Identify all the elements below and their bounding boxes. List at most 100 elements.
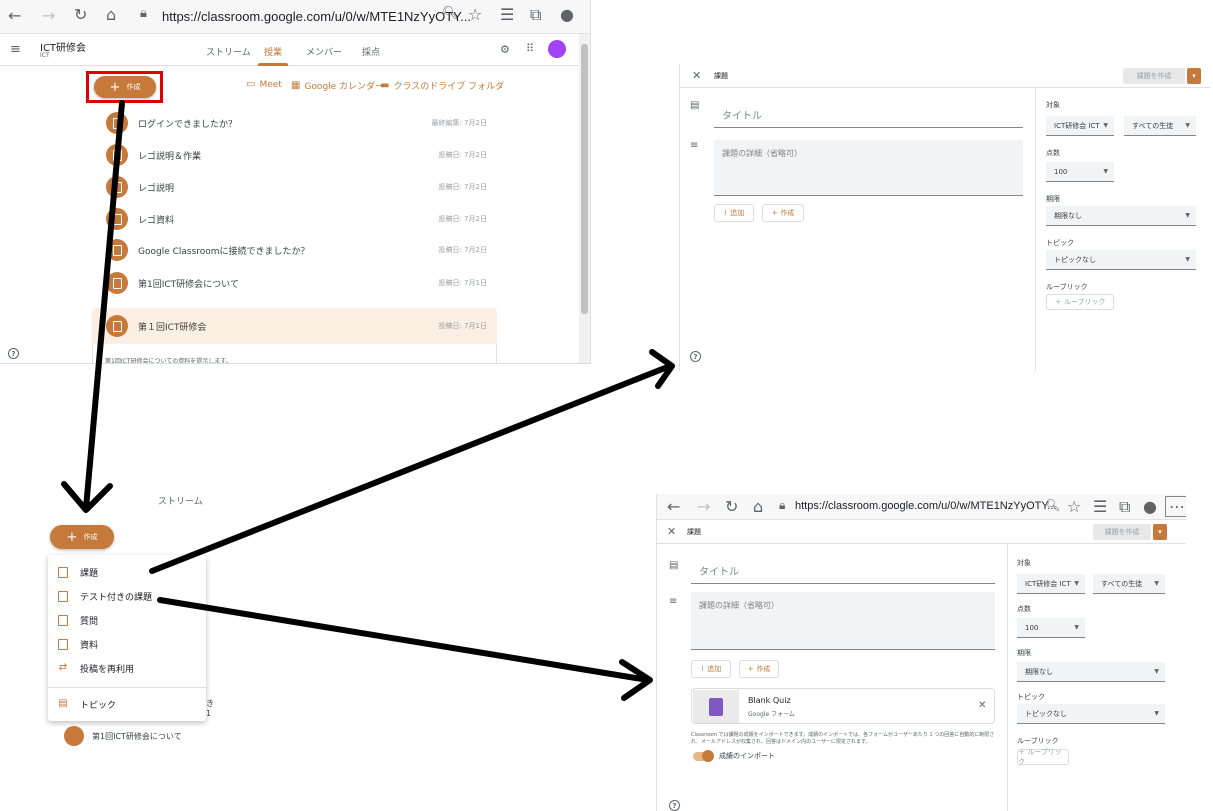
favorites-list-icon[interactable]: ☰ xyxy=(500,5,514,24)
list-item-title: レゴ説明＆作業 xyxy=(138,151,202,162)
gear-icon[interactable]: ⚙ xyxy=(500,43,510,56)
menu-item-reuse-post[interactable]: ⇄ 投稿を再利用 xyxy=(48,657,206,679)
help-icon[interactable]: ? xyxy=(669,800,680,811)
add-rubric-button[interactable]: ＋ ルーブリック xyxy=(1046,294,1114,310)
description-lines-icon: ≡ xyxy=(690,140,699,151)
favorite-star-icon[interactable]: ☆ xyxy=(1067,497,1081,516)
assign-button[interactable]: 課題を作成 xyxy=(1093,524,1151,540)
apps-grid-icon[interactable]: ⠿ xyxy=(526,42,534,55)
description-input[interactable]: 課題の詳細（省略可） xyxy=(691,592,995,650)
points-value: 100 xyxy=(1054,167,1068,176)
tab-grades[interactable]: 採点 xyxy=(362,45,380,58)
scrollbar[interactable] xyxy=(579,34,590,363)
tab-stream[interactable]: ストリーム xyxy=(158,494,203,507)
home-icon[interactable]: ⌂ xyxy=(753,497,763,516)
plus-icon: + xyxy=(771,209,778,217)
points-select[interactable]: 100 ▼ xyxy=(1046,162,1114,182)
address-bar[interactable]: https://classroom.google.com/u/0/w/MTE1N… xyxy=(795,500,1056,512)
add-attachment-button[interactable]: ⌇ 追加 xyxy=(714,204,754,222)
menu-item-quiz-assignment[interactable]: テスト付きの課題 xyxy=(48,585,206,607)
material-icon xyxy=(106,208,128,230)
back-icon[interactable]: ← xyxy=(8,6,21,25)
forward-icon[interactable]: → xyxy=(42,6,55,25)
students-select[interactable]: すべての生徒 ▼ xyxy=(1093,574,1165,594)
menu-item-question[interactable]: 質問 xyxy=(48,609,206,631)
more-icon[interactable]: ⋯ xyxy=(1165,496,1186,517)
list-item[interactable]: 第１回ICT研修会 投稿日: 7月1日 xyxy=(92,308,497,344)
more-icon[interactable]: ⋯ xyxy=(590,4,591,23)
remove-attachment-icon[interactable]: ✕ xyxy=(978,700,986,711)
drive-folder-link[interactable]: ▬ クラスのドライブ フォルダ xyxy=(380,79,504,92)
add-attachment-button[interactable]: ⌇ 追加 xyxy=(691,660,731,678)
list-item[interactable]: 第1回ICT研修会について 投稿日: 7月1日 xyxy=(92,266,497,300)
zoom-icon[interactable]: 🔍︎ xyxy=(442,6,459,21)
create-button[interactable]: + 作成 xyxy=(50,525,114,549)
class-select[interactable]: ICT研修会 ICT ▼ xyxy=(1017,574,1085,594)
tab-classwork[interactable]: 授業 xyxy=(264,45,282,58)
topic-label: トピック xyxy=(1017,693,1045,701)
help-icon[interactable]: ? xyxy=(8,348,19,359)
refresh-icon[interactable]: ↻ xyxy=(74,5,87,24)
collections-icon[interactable]: ⧉ xyxy=(530,5,541,25)
class-select[interactable]: ICT研修会 ICT ▼ xyxy=(1046,116,1114,136)
description-input[interactable]: 課題の詳細（省略可） xyxy=(714,140,1023,196)
create-attachment-button[interactable]: + 作成 xyxy=(739,660,779,678)
import-grades-toggle[interactable] xyxy=(693,750,714,762)
forward-icon[interactable]: → xyxy=(697,497,710,516)
close-icon[interactable]: ✕ xyxy=(692,69,701,82)
quiz-attachment-card[interactable]: Blank Quiz Google フォーム ✕ xyxy=(691,688,995,724)
list-item[interactable]: レゴ説明＆作業 投稿日: 7月2日 xyxy=(92,138,497,172)
favorites-list-icon[interactable]: ☰ xyxy=(1093,497,1107,516)
list-item[interactable]: ログインできましたか？ 最終編集: 7月2日 xyxy=(92,106,497,140)
list-item-title: 第１回ICT研修会 xyxy=(138,322,207,333)
target-label: 対象 xyxy=(1017,559,1031,567)
drive-folder-label: クラスのドライブ フォルダ xyxy=(393,82,505,92)
calendar-link[interactable]: ▦ Google カレンダー xyxy=(291,79,384,92)
add-rubric-button[interactable]: ＋ ルーブリック xyxy=(1017,748,1069,766)
home-icon[interactable]: ⌂ xyxy=(106,5,116,24)
calendar-icon: ▦ xyxy=(291,80,301,91)
students-select-value: すべての生徒 xyxy=(1132,121,1174,130)
zoom-icon[interactable]: 🔍︎ xyxy=(1045,498,1060,512)
menu-item-label: トピック xyxy=(80,700,117,711)
due-select[interactable]: 期限なし ▼ xyxy=(1046,206,1196,226)
assign-dropdown-button[interactable]: ▾ xyxy=(1153,524,1167,540)
assign-button[interactable]: 課題を作成 xyxy=(1123,68,1185,84)
profile-icon[interactable]: ● xyxy=(1143,497,1157,516)
tab-stream[interactable]: ストリーム xyxy=(206,45,251,58)
hamburger-menu-icon[interactable]: ≡ xyxy=(10,42,21,57)
refresh-icon[interactable]: ↻ xyxy=(725,497,738,516)
students-select[interactable]: すべての生徒 ▼ xyxy=(1124,116,1196,136)
list-item[interactable]: レゴ資料 投稿日: 7月2日 xyxy=(92,202,497,236)
clipboard-icon: ▤ xyxy=(690,100,700,111)
avatar[interactable] xyxy=(548,40,566,58)
points-select[interactable]: 100 ▼ xyxy=(1017,618,1085,638)
close-icon[interactable]: ✕ xyxy=(667,525,676,538)
topic-select[interactable]: トピックなし ▼ xyxy=(1046,250,1196,270)
tab-people[interactable]: メンバー xyxy=(306,45,342,58)
favorite-star-icon[interactable]: ☆ xyxy=(468,5,482,24)
menu-item-topic[interactable]: ▤ トピック xyxy=(48,693,206,715)
menu-divider xyxy=(48,687,206,688)
profile-icon[interactable]: ● xyxy=(560,5,574,24)
topic-value: トピックなし xyxy=(1025,709,1067,718)
list-item[interactable]: 第1回ICT研修会について xyxy=(64,726,182,746)
list-item[interactable]: レゴ説明 投稿日: 7月2日 xyxy=(92,170,497,204)
topic-select[interactable]: トピックなし ▼ xyxy=(1017,704,1165,724)
list-item[interactable]: Google Classroomに接続できましたか？ 投稿日: 7月2日 xyxy=(92,233,497,267)
due-select[interactable]: 期限なし ▼ xyxy=(1017,662,1165,682)
title-input[interactable]: タイトル xyxy=(714,102,1023,128)
help-icon[interactable]: ? xyxy=(690,351,701,362)
menu-item-label: 質問 xyxy=(80,616,99,627)
meet-link[interactable]: ▭ Meet xyxy=(246,79,282,90)
back-icon[interactable]: ← xyxy=(667,497,680,516)
collections-icon[interactable]: ⧉ xyxy=(1119,497,1130,517)
active-tab-indicator xyxy=(258,63,288,66)
menu-item-assignment[interactable]: 課題 xyxy=(48,561,206,583)
create-attachment-button[interactable]: + 作成 xyxy=(762,204,804,222)
address-bar[interactable]: https://classroom.google.com/u/0/w/MTE1N… xyxy=(162,9,471,24)
menu-item-material[interactable]: 資料 xyxy=(48,633,206,655)
list-item-date: 投稿日: 7月2日 xyxy=(438,183,488,191)
assign-dropdown-button[interactable]: ▾ xyxy=(1187,68,1201,84)
title-input[interactable]: タイトル xyxy=(691,558,995,584)
